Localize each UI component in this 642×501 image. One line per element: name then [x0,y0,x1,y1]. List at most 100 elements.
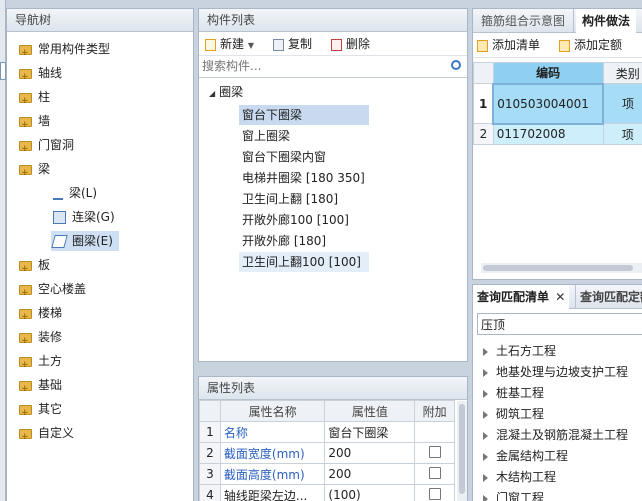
component-item[interactable]: 窗上圈梁 [239,126,293,146]
property-table: 属性名称 属性值 附加 1 名称 窗台下圈梁 2 截面宽度(mm) 200 3 … [199,400,455,501]
match-item-metal[interactable]: 金属结构工程 [483,446,568,467]
component-toolbar: 新建 ▼ 复制 删除 [199,32,467,56]
tab-stirrup-diagram[interactable]: 箍筋组合示意图 [473,9,575,33]
add-quota-button[interactable]: 添加定额 [559,35,622,55]
property-row[interactable]: 4 轴线距梁左边... (100) [199,484,455,501]
tab-component-method[interactable]: 构件做法 [576,9,637,34]
method-panel: 箍筋组合示意图 构件做法 添加清单 添加定额 编码 类别 1 010503004… [472,8,642,280]
nav-item-door-window[interactable]: 门窗洞 [19,135,74,159]
property-row[interactable]: 3 截面高度(mm) 200 [199,463,455,485]
nav-subitem-beam-l[interactable]: 梁(L) [51,183,103,203]
delete-icon [331,38,342,51]
beam-icon [53,187,63,200]
component-item[interactable]: 窗台下圈梁 [239,105,369,125]
expand-triangle-icon[interactable] [483,389,488,398]
add-list-button[interactable]: 添加清单 [477,35,540,55]
expand-triangle-icon[interactable] [483,368,488,377]
expand-triangle-icon[interactable] [483,494,488,501]
column-header: 属性名称 [219,400,326,422]
expand-triangle-icon[interactable] [483,431,488,440]
match-item-wood[interactable]: 木结构工程 [483,467,556,488]
nav-item-wall[interactable]: 墙 [19,111,50,135]
attach-checkbox[interactable] [428,466,441,479]
method-header-row: 编码 类别 [473,62,642,84]
add-list-icon [477,39,488,52]
close-icon[interactable]: ✕ [555,290,565,304]
component-tree-root[interactable]: ◢ 圈梁 [209,82,243,102]
attach-checkbox[interactable] [428,487,441,500]
folder-icon [19,331,32,351]
property-row[interactable]: 2 截面宽度(mm) 200 [199,442,455,464]
nav-item-custom[interactable]: 自定义 [19,423,74,447]
property-scrollbar[interactable] [457,401,467,501]
method-hscrollbar[interactable] [481,263,642,273]
nav-item-decoration[interactable]: 装修 [19,327,62,351]
match-item-masonry[interactable]: 砌筑工程 [483,404,544,425]
left-edge-marker[interactable] [0,62,6,80]
folder-icon [19,259,32,279]
tab-match-list[interactable]: 查询匹配清单 ✕ [473,285,570,310]
match-panel: 查询匹配清单 ✕ 查询匹配定额 土石方工程 地基处理与边坡支护工程 桩基工程 砌… [472,284,642,501]
delete-button[interactable]: 删除 [331,34,370,54]
expand-triangle-icon[interactable] [483,473,488,482]
property-list-panel: 属性列表 属性名称 属性值 附加 1 名称 窗台下圈梁 2 截面宽度(mm) 2… [198,376,468,501]
method-tabs: 箍筋组合示意图 构件做法 [473,9,642,34]
component-list-title: 构件列表 [199,9,467,32]
method-row[interactable]: 1 010503004001 项 [473,82,642,125]
match-item-concrete[interactable]: 混凝土及钢筋混凝土工程 [483,425,628,446]
match-item-pile[interactable]: 桩基工程 [483,383,544,404]
new-icon [205,38,216,51]
match-filter-input[interactable] [478,314,638,334]
collapse-triangle-icon[interactable]: ◢ [209,89,215,98]
nav-item-column[interactable]: 柱 [19,87,50,111]
nav-item-slab[interactable]: 板 [19,255,50,279]
coupling-beam-icon [53,211,66,224]
component-item[interactable]: 开敞外廊100 [100] [239,210,352,230]
folder-icon [19,91,32,111]
nav-item-foundation[interactable]: 基础 [19,375,62,399]
folder-icon [19,427,32,447]
component-item[interactable]: 卫生间上翻 [180] [239,189,341,209]
folder-icon [19,283,32,303]
component-search-box [199,56,467,78]
property-list-title: 属性列表 [199,377,467,400]
component-item[interactable]: 电梯井圈梁 [180 350] [239,168,368,188]
folder-icon [19,403,32,423]
method-row[interactable]: 2 011702008 项 [473,123,642,145]
nav-item-hollow-floor[interactable]: 空心楼盖 [19,279,86,303]
folder-open-icon [19,163,32,183]
nav-subitem-coupling-beam[interactable]: 连梁(G) [51,207,121,227]
nav-item-axis[interactable]: 轴线 [19,63,62,87]
new-button[interactable]: 新建 ▼ [205,34,254,54]
copy-button[interactable]: 复制 [273,34,312,54]
nav-tree-panel: 导航树 常用构件类型 轴线 柱 墙 门窗洞 梁 梁(L) 连梁(G) 圈梁(E)… [6,8,194,501]
add-quota-icon [559,39,570,52]
component-item[interactable]: 开敞外廊 [180] [239,231,329,251]
expand-triangle-icon[interactable] [483,410,488,419]
nav-item-stairs[interactable]: 楼梯 [19,303,62,327]
component-item[interactable]: 窗台下圈梁内窗 [239,147,329,167]
expand-triangle-icon[interactable] [483,452,488,461]
chevron-down-icon[interactable]: ▼ [248,41,254,50]
property-row[interactable]: 1 名称 窗台下圈梁 [199,421,455,443]
ring-beam-icon [51,235,68,248]
scrollbar-thumb[interactable] [459,404,465,494]
nav-item-common[interactable]: 常用构件类型 [19,39,110,63]
nav-item-beam[interactable]: 梁 [19,159,50,183]
nav-item-earthwork[interactable]: 土方 [19,351,62,375]
nav-subitem-ring-beam[interactable]: 圈梁(E) [51,231,119,251]
column-header: 属性值 [324,400,416,422]
expand-triangle-icon[interactable] [483,347,488,356]
method-toolbar: 添加清单 添加定额 [473,33,642,58]
component-search-input[interactable] [199,56,439,76]
tab-match-quota[interactable]: 查询匹配定额 [575,285,642,309]
component-item[interactable]: 卫生间上翻100 [100] [239,252,369,272]
attach-checkbox[interactable] [428,445,441,458]
scrollbar-thumb[interactable] [483,265,633,271]
match-item-door-window[interactable]: 门窗工程 [483,488,544,501]
match-item-earthwork[interactable]: 土石方工程 [483,341,556,362]
match-item-foundation-slope[interactable]: 地基处理与边坡支护工程 [483,362,628,383]
match-tabs: 查询匹配清单 ✕ 查询匹配定额 [473,285,642,310]
search-icon[interactable] [451,60,461,70]
nav-item-other[interactable]: 其它 [19,399,62,423]
